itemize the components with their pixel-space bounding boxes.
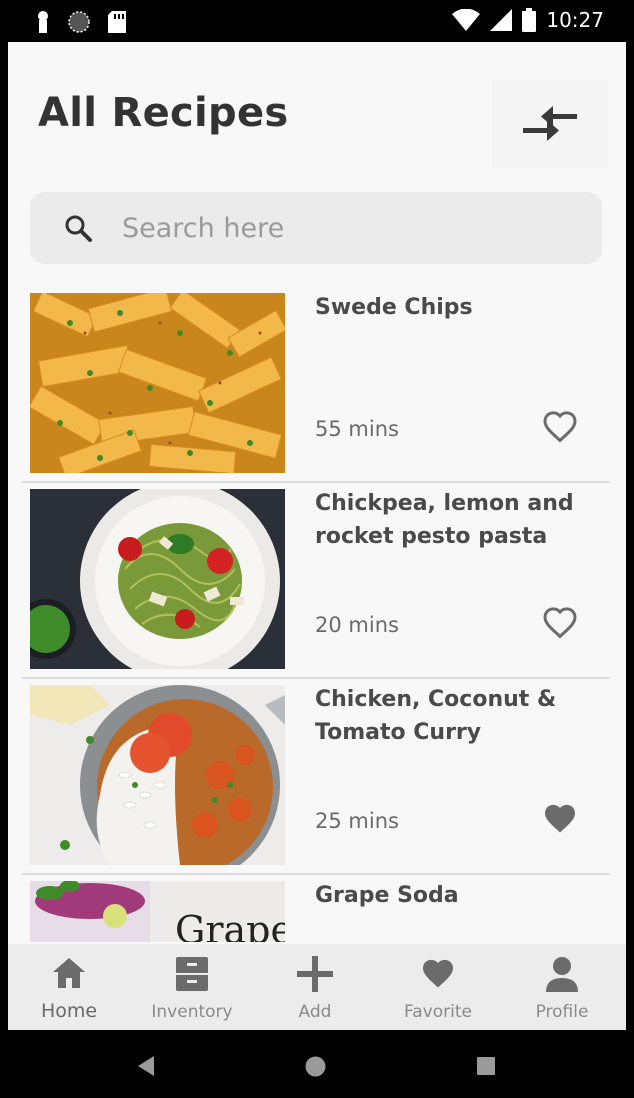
nav-label: Profile <box>535 1002 589 1022</box>
search-icon <box>65 215 92 242</box>
recipe-name: Chicken, Coconut & Tomato Curry <box>315 687 557 745</box>
bottom-navigation: Home Inventory Add Favorite Profile <box>8 944 626 1030</box>
recipe-time: 25 mins <box>315 809 399 833</box>
person-icon <box>546 957 578 992</box>
sync-icon <box>68 11 90 33</box>
heart-outline-icon[interactable] <box>542 605 578 641</box>
recipe-image-chicken-curry <box>30 685 285 865</box>
recipe-card[interactable]: Chicken, Coconut & Tomato Curry 25 mins <box>22 679 610 875</box>
recipe-image-swede-chips <box>30 293 285 473</box>
heart-filled-icon[interactable] <box>542 801 578 837</box>
inventory-icon <box>176 957 208 991</box>
nav-inventory[interactable]: Inventory <box>137 956 247 1022</box>
recipe-time: 20 mins <box>315 613 399 637</box>
system-navigation-bar <box>0 1030 634 1098</box>
signal-icon <box>490 9 513 31</box>
recipe-time: 55 mins <box>315 417 399 441</box>
recipe-card[interactable]: Swede Chips 55 mins <box>22 287 610 483</box>
recipe-name: Swede Chips <box>315 295 473 320</box>
recipe-image-pesto-pasta <box>30 489 285 669</box>
app-screen: All Recipes Search here Swede Chips 55 m… <box>8 42 626 1030</box>
home-icon <box>53 958 85 988</box>
clock: 10:27 <box>546 8 604 32</box>
recipe-name: Grape Soda <box>315 883 459 908</box>
nav-favorite[interactable]: Favorite <box>383 956 493 1022</box>
recipe-card[interactable]: Grape Grape Soda <box>22 875 610 942</box>
recipe-card[interactable]: Chickpea, lemon and rocket pesto pasta 2… <box>22 483 610 679</box>
grape-image-text: Grape <box>175 908 285 942</box>
plus-icon <box>297 956 333 992</box>
sd-card-icon <box>108 11 126 33</box>
nav-label: Inventory <box>151 1002 233 1022</box>
recipe-list[interactable]: Swede Chips 55 mins Chickpea, lemon and … <box>8 287 626 942</box>
recipe-name: Chickpea, lemon and rocket pesto pasta <box>315 491 574 549</box>
nav-home[interactable]: Home <box>14 956 124 1022</box>
search-input[interactable] <box>122 192 582 264</box>
battery-icon <box>522 8 537 32</box>
page-title: All Recipes <box>38 90 289 136</box>
home-circle-icon[interactable] <box>305 1056 326 1077</box>
nav-label: Favorite <box>404 1002 472 1022</box>
status-bar: 10:27 <box>0 0 634 42</box>
recipe-image-grape-soda: Grape <box>30 881 285 942</box>
nav-profile[interactable]: Profile <box>507 956 617 1022</box>
heart-outline-icon[interactable] <box>542 409 578 445</box>
nav-add[interactable]: Add <box>260 956 370 1022</box>
back-icon[interactable] <box>136 1055 156 1077</box>
wifi-icon <box>452 9 481 31</box>
nav-label: Home <box>40 1000 98 1022</box>
sort-button[interactable] <box>492 80 608 168</box>
nav-label: Add <box>298 1002 332 1022</box>
compare-arrows-icon <box>523 106 577 141</box>
search-bar[interactable] <box>30 192 602 264</box>
heart-icon <box>423 959 453 988</box>
recents-icon[interactable] <box>477 1057 495 1075</box>
notification-icon <box>38 11 48 33</box>
